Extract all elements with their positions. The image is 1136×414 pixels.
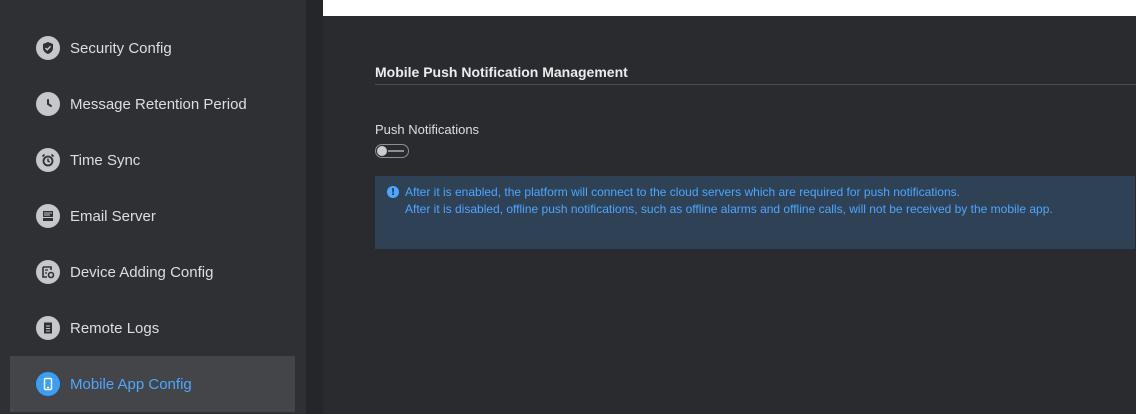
alarm-clock-icon [36, 148, 60, 172]
info-icon: ! [387, 186, 399, 198]
sidebar-item-security-config[interactable]: Security Config [10, 20, 295, 76]
section-divider [375, 84, 1136, 85]
clock-icon [36, 92, 60, 116]
info-notice: ! After it is enabled, the platform will… [375, 176, 1135, 249]
push-notifications-toggle[interactable] [375, 144, 409, 158]
sidebar-item-mobile-app-config[interactable]: Mobile App Config [10, 356, 295, 412]
sidebar-item-label: Time Sync [70, 151, 141, 169]
sidebar-item-label: Message Retention Period [70, 95, 247, 113]
sidebar-item-message-retention-period[interactable]: Message Retention Period [10, 76, 295, 132]
shield-icon [36, 36, 60, 60]
sidebar-item-email-server[interactable]: Email Server [10, 188, 295, 244]
document-icon [36, 316, 60, 340]
sidebar-item-time-sync[interactable]: Time Sync [10, 132, 295, 188]
info-line-enabled: After it is enabled, the platform will c… [405, 185, 960, 199]
push-notifications-label: Push Notifications [375, 122, 480, 137]
sidebar-item-label: Device Adding Config [70, 263, 214, 281]
sidebar-item-label: Email Server [70, 207, 156, 225]
main-panel: Mobile Push Notification Management Push… [323, 16, 1136, 414]
email-icon [36, 204, 60, 228]
sidebar-divider [306, 0, 323, 414]
device-config-icon [36, 260, 60, 284]
mobile-icon [36, 372, 60, 396]
sidebar-item-device-adding-config[interactable]: Device Adding Config [10, 244, 295, 300]
sidebar-item-label: Security Config [70, 39, 172, 57]
sidebar-item-label: Remote Logs [70, 319, 160, 337]
toggle-knob [377, 146, 387, 156]
section-title: Mobile Push Notification Management [375, 64, 628, 80]
sidebar-item-label: Mobile App Config [70, 375, 192, 393]
toggle-track [388, 150, 404, 152]
sidebar: Security Config Message Retention Period… [0, 0, 306, 414]
sidebar-item-remote-logs[interactable]: Remote Logs [10, 300, 295, 356]
info-line-disabled: After it is disabled, offline push notif… [405, 202, 1053, 216]
